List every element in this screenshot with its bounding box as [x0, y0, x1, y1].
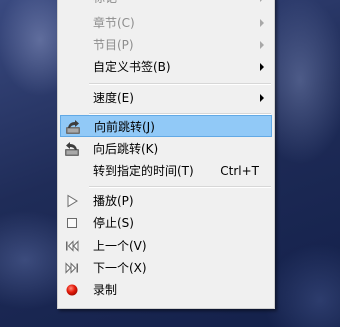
- menu-item-label: 章节(C): [93, 16, 135, 30]
- menu-item-label: 速度(E): [93, 91, 134, 105]
- menu-item-program[interactable]: 节目(P): [60, 34, 272, 56]
- menu-item-go-to-time[interactable]: 转到指定的时间(T) Ctrl+T: [60, 160, 272, 182]
- menu-item-jump-forward[interactable]: 向前跳转(J): [60, 115, 272, 137]
- menu-item-label: 标记: [93, 0, 117, 6]
- submenu-arrow-icon: [260, 41, 264, 49]
- menu-item-play[interactable]: 播放(P): [60, 190, 272, 212]
- stop-icon: [64, 215, 80, 231]
- submenu-arrow-icon: [260, 63, 264, 71]
- jump-forward-icon: [65, 119, 81, 135]
- menu-item-label: 上一个(V): [93, 239, 147, 253]
- context-menu: 标记 章节(C) 节目(P) 自定义书签(B) 速度(E) 向前跳转(J): [57, 0, 275, 309]
- menu-item-label: 转到指定的时间(T): [93, 164, 194, 178]
- menu-item-jump-back[interactable]: 向后跳转(K): [60, 138, 272, 160]
- menu-item-marks[interactable]: 标记: [60, 0, 272, 9]
- record-icon: [64, 282, 80, 298]
- next-icon: [64, 260, 80, 276]
- play-icon: [64, 193, 80, 209]
- menu-item-label: 节目(P): [93, 38, 134, 52]
- menu-item-label: 向前跳转(J): [94, 120, 155, 134]
- menu-item-stop[interactable]: 停止(S): [60, 212, 272, 234]
- menu-separator: [89, 186, 271, 188]
- menu-item-label: 停止(S): [93, 216, 134, 230]
- menu-item-record[interactable]: 录制: [60, 279, 272, 301]
- menu-item-label: 向后跳转(K): [93, 142, 159, 156]
- menu-separator: [89, 83, 271, 85]
- menu-item-chapter[interactable]: 章节(C): [60, 12, 272, 34]
- menu-item-speed[interactable]: 速度(E): [60, 87, 272, 109]
- jump-back-icon: [64, 141, 80, 157]
- submenu-arrow-icon: [260, 94, 264, 102]
- menu-item-previous[interactable]: 上一个(V): [60, 235, 272, 257]
- menu-item-custom-bookmarks[interactable]: 自定义书签(B): [60, 56, 272, 78]
- menu-item-label: 下一个(X): [93, 261, 147, 275]
- menu-item-label: 播放(P): [93, 194, 134, 208]
- submenu-arrow-icon: [260, 19, 264, 27]
- menu-item-label: 录制: [93, 283, 118, 297]
- previous-icon: [64, 238, 80, 254]
- menu-item-shortcut: Ctrl+T: [220, 164, 259, 178]
- submenu-arrow-icon: [260, 0, 264, 2]
- menu-item-next[interactable]: 下一个(X): [60, 257, 272, 279]
- menu-item-label: 自定义书签(B): [93, 60, 171, 74]
